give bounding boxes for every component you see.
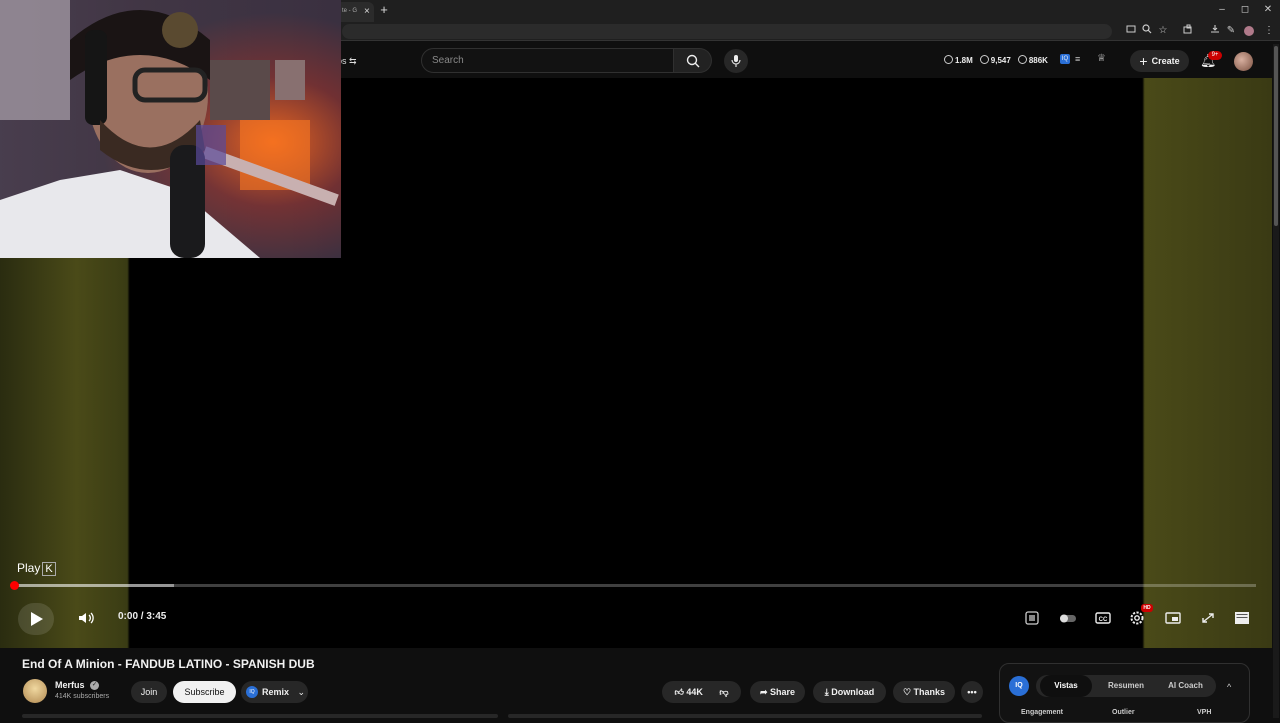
tab-vistas[interactable]: Vistas [1040,675,1092,697]
eye-icon [979,55,989,64]
download-arrow-icon: ⤓ [824,687,829,697]
notification-badge: 9+ [1208,51,1222,60]
search-icon [686,54,700,68]
vidiq-logo-icon: IQ [1009,676,1029,696]
volume-icon [79,612,94,624]
volume-button[interactable] [76,608,96,628]
svg-text:CC: CC [1099,617,1108,623]
mic-icon [731,55,741,67]
dislike-button[interactable]: 👎︎ [719,687,728,697]
voice-search-button[interactable] [724,49,748,73]
vidiq-player-icon[interactable] [1023,609,1043,627]
scrubber-handle[interactable] [10,581,19,590]
vidiq-remix-icon: IQ [246,686,258,698]
channel-stats: 1.8M 9,547 886K [944,52,1048,68]
join-button[interactable]: Join [131,681,167,703]
pen-icon[interactable]: ✎ [1224,24,1238,38]
hd-badge: HD [1141,604,1153,612]
channel-name[interactable]: Merfus [55,680,85,690]
tab-resumen[interactable]: Resumen [1100,675,1152,697]
time-display: 0:00 / 3:45 [118,611,167,622]
thumbs-up-icon: 👍︎ [674,687,684,697]
like-dislike-group: 👍︎ 44K 👎︎ [662,681,741,703]
play-tooltip: Play K [17,559,61,577]
miniplayer-icon[interactable] [1163,609,1183,627]
fullscreen-icon[interactable] [1233,609,1253,627]
plus-icon: + [1139,53,1148,69]
search-button[interactable] [674,48,712,73]
more-actions-button[interactable]: ••• [961,681,983,703]
tooltip-key: K [42,562,56,576]
search-input[interactable]: Search [421,48,674,73]
share-label: Share [770,687,796,697]
minimize-button[interactable]: – [1213,3,1231,17]
download-icon[interactable] [1208,24,1222,38]
clock-icon [944,55,953,64]
verified-check-icon: ✓ [90,681,99,690]
autoplay-toggle[interactable] [1058,609,1078,627]
captions-icon[interactable]: CC [1093,609,1113,627]
extensions-icon[interactable] [1181,24,1195,38]
webcam-overlay [0,0,341,258]
thanks-label: Thanks [913,687,946,697]
chevron-down-icon: ⌄ [297,687,306,697]
like-button[interactable]: 👍︎ 44K [674,681,702,703]
description-bar [22,714,498,718]
create-button-label: Create [1151,56,1180,66]
zoom-icon[interactable] [1140,24,1154,38]
remix-label: Remix [262,687,290,697]
browser-tab-title: te - G [342,8,358,14]
share-icon: ➦ [759,687,768,697]
column-outlier: Outlier [1112,709,1135,716]
create-button[interactable]: + Create [1130,50,1189,72]
eye-icon [1017,55,1027,64]
column-vph: VPH [1197,709,1212,716]
channel-avatar[interactable] [23,679,47,703]
download-label: Download [831,687,875,697]
progress-bar[interactable] [12,584,1256,587]
trophy-icon[interactable]: ♕ [1097,53,1109,65]
like-count: 44K [686,687,703,697]
close-window-button[interactable]: ✕ [1259,3,1277,17]
tab-close-icon[interactable]: × [364,6,370,17]
collapse-chevron-icon[interactable]: ^ [1227,682,1231,692]
list-icon[interactable]: ≡ [1075,54,1085,64]
video-title: End Of A Minion - FANDUB LATINO - SPANIS… [22,657,315,671]
progress-buffered [12,584,174,587]
heart-dollar-icon: ♡ [902,687,912,697]
theater-mode-icon[interactable] [1198,609,1218,627]
realtime-stat: 886K [1017,55,1048,65]
swap-icon: ⇆ [349,56,357,66]
play-icon [31,612,43,626]
menu-icon[interactable]: ⋮ [1262,24,1276,38]
webcam-feed-image [0,0,341,258]
comments-bar [508,714,982,718]
subscribe-button[interactable]: Subscribe [173,681,236,703]
cast-icon[interactable] [1124,24,1138,38]
maximize-button[interactable]: ◻ [1236,3,1254,17]
tooltip-label: Play [17,561,41,575]
watch-time-stat: 1.8M [944,55,973,65]
star-icon[interactable]: ☆ [1156,24,1170,38]
column-engagement: Engagement [1021,709,1064,716]
subscriber-count: 414K subscribers [55,693,110,700]
tab-ai-coach[interactable]: AI Coach [1158,675,1213,697]
download-button[interactable]: ⤓ Download [813,681,886,703]
thumbs-down-icon: 👎︎ [719,687,729,697]
address-bar[interactable] [342,24,1112,39]
vidiq-icon[interactable]: IQ [1060,54,1070,64]
share-button[interactable]: ➦ Share [750,681,805,703]
views-stat: 9,547 [979,55,1011,65]
play-button[interactable] [18,603,54,635]
browser-tab[interactable]: te - G × [336,2,374,22]
profile-icon[interactable] [1242,24,1256,38]
avatar[interactable] [1234,52,1253,71]
new-tab-button[interactable]: + [378,3,390,17]
thanks-button[interactable]: ♡ Thanks [893,681,955,703]
scrollbar-thumb[interactable] [1274,46,1278,226]
